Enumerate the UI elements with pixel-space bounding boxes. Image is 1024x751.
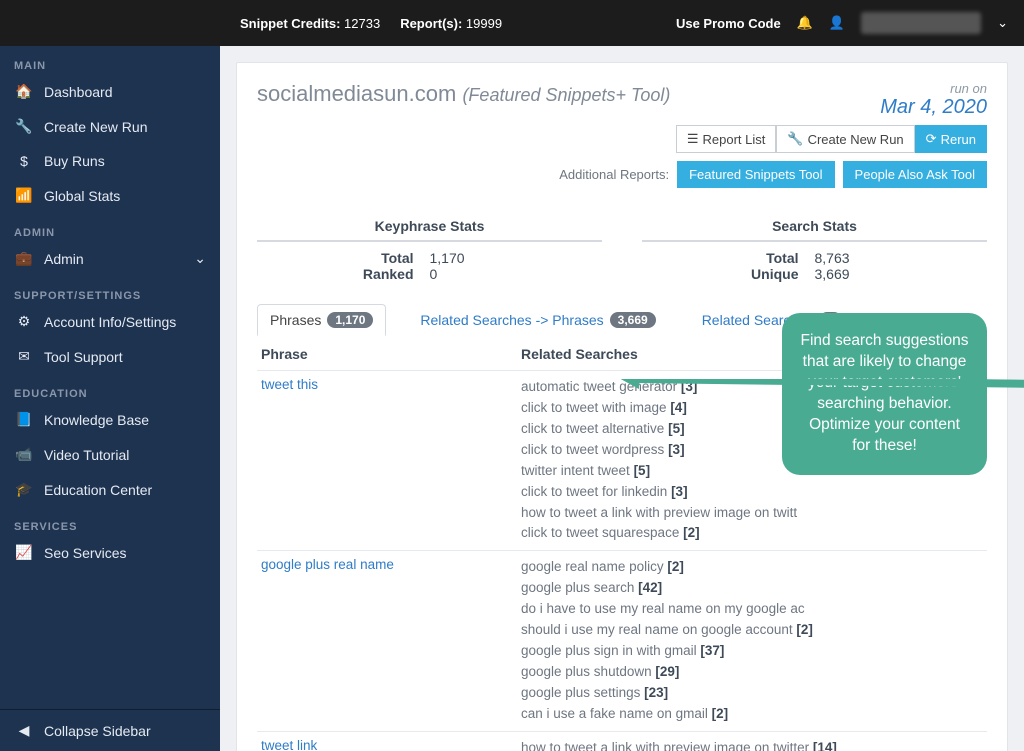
user-name-redacted (861, 12, 981, 34)
phrase-link[interactable]: tweet link (261, 738, 521, 751)
line-icon: 📈 (14, 544, 34, 561)
book-icon: 📘 (14, 411, 34, 428)
nav-section-title: MAIN (0, 46, 220, 74)
snippet-credits: Snippet Credits: 12733 (240, 16, 380, 31)
sidebar-item-global-stats[interactable]: 📶 Global Stats (0, 178, 220, 213)
wrench-icon: 🔧 (787, 131, 803, 147)
sidebar-item-label: Buy Runs (44, 153, 105, 169)
stats-row: Keyphrase Stats Total1,170 Ranked0 Searc… (257, 218, 987, 282)
page-title: socialmediasun.com (Featured Snippets+ T… (257, 81, 670, 107)
search-stats: Search Stats Total8,763 Unique3,669 (642, 218, 987, 282)
report-list-button[interactable]: ☰Report List (676, 125, 777, 153)
sidebar-item-knowledge-base[interactable]: 📘 Knowledge Base (0, 402, 220, 437)
promo-code-link[interactable]: Use Promo Code (676, 16, 781, 31)
home-icon: 🏠 (14, 83, 34, 100)
chevron-down-icon: ⌄ (194, 250, 206, 267)
sidebar-item-create-new-run[interactable]: 🔧 Create New Run (0, 109, 220, 144)
sidebar-item-label: Admin (44, 251, 84, 267)
grad-icon: 🎓 (14, 481, 34, 498)
wrench-icon: 🔧 (14, 118, 34, 135)
sidebar-item-buy-runs[interactable]: $ Buy Runs (0, 144, 220, 178)
related-search-item[interactable]: can i use a fake name on gmail [2] (521, 704, 983, 725)
refresh-icon: ⟳ (926, 131, 937, 147)
sidebar-item-video-tutorial[interactable]: 📹 Video Tutorial (0, 437, 220, 472)
video-icon: 📹 (14, 446, 34, 463)
gear-icon: ⚙ (14, 313, 34, 330)
rerun-button[interactable]: ⟳Rerun (915, 125, 987, 153)
phrase-link[interactable]: tweet this (261, 377, 521, 544)
briefcase-icon: 💼 (14, 250, 34, 267)
sidebar-item-label: Education Center (44, 482, 152, 498)
action-buttons: ☰Report List 🔧Create New Run ⟳Rerun (257, 125, 987, 153)
user-icon[interactable]: 👤 (829, 15, 845, 31)
create-new-run-button[interactable]: 🔧Create New Run (776, 125, 914, 153)
reports-count: Report(s): 19999 (400, 16, 502, 31)
related-search-item[interactable]: google plus search [42] (521, 578, 983, 599)
related-search-item[interactable]: google plus settings [23] (521, 683, 983, 704)
callout-annotation: Find search suggestions that are likely … (782, 313, 987, 475)
keyphrase-stats: Keyphrase Stats Total1,170 Ranked0 (257, 218, 602, 282)
sidebar: INTERNET MARKETING NINJAS MAIN🏠Dashboard… (0, 0, 220, 751)
sidebar-item-label: Global Stats (44, 188, 120, 204)
chevron-down-icon[interactable]: ⌄ (997, 15, 1008, 31)
sidebar-item-label: Seo Services (44, 545, 126, 561)
chart-icon: 📶 (14, 187, 34, 204)
additional-reports: Additional Reports: Featured Snippets To… (257, 161, 987, 188)
related-search-item[interactable]: should i use my real name on google acco… (521, 620, 983, 641)
related-search-item[interactable]: google plus shutdown [29] (521, 662, 983, 683)
related-search-item[interactable]: how to tweet a link with preview image o… (521, 503, 983, 524)
related-search-item[interactable]: click to tweet squarespace [2] (521, 523, 983, 544)
collapse-sidebar[interactable]: ◀ Collapse Sidebar (0, 709, 220, 751)
table-row: tweet linkhow to tweet a link with previ… (257, 732, 987, 751)
related-searches-cell: how to tweet a link with preview image o… (521, 738, 983, 751)
list-icon: ☰ (687, 131, 699, 147)
sidebar-item-admin[interactable]: 💼 Admin ⌄ (0, 241, 220, 276)
sidebar-item-label: Tool Support (44, 349, 123, 365)
sidebar-item-label: Video Tutorial (44, 447, 129, 463)
sidebar-item-label: Account Info/Settings (44, 314, 176, 330)
dollar-icon: $ (14, 153, 34, 169)
collapse-label: Collapse Sidebar (44, 723, 151, 739)
bell-icon[interactable]: 🔔 (797, 15, 813, 31)
main-content: socialmediasun.com (Featured Snippets+ T… (220, 46, 1024, 751)
related-search-item[interactable]: click to tweet for linkedin [3] (521, 482, 983, 503)
related-search-item[interactable]: google plus sign in with gmail [37] (521, 641, 983, 662)
people-also-ask-tool-link[interactable]: People Also Ask Tool (843, 161, 987, 188)
phrase-link[interactable]: google plus real name (261, 557, 521, 724)
nav: MAIN 🏠 Dashboard 🔧 Create New Run $ Buy Runs 📶 G… (0, 46, 220, 570)
related-search-item[interactable]: do i have to use my real name on my goog… (521, 599, 983, 620)
tab-related-searches-phrases[interactable]: Related Searches -> Phrases 3,669 (408, 305, 667, 335)
run-meta: run on Mar 4, 2020 (880, 81, 987, 119)
nav-section-title: SUPPORT/SETTINGS (0, 276, 220, 304)
sidebar-item-account-info-settings[interactable]: ⚙ Account Info/Settings (0, 304, 220, 339)
sidebar-item-tool-support[interactable]: ✉ Tool Support (0, 339, 220, 374)
sidebar-item-dashboard[interactable]: 🏠 Dashboard (0, 74, 220, 109)
tab-phrases[interactable]: Phrases 1,170 (257, 304, 386, 336)
sidebar-item-label: Knowledge Base (44, 412, 149, 428)
sidebar-item-label: Create New Run (44, 119, 148, 135)
related-search-item[interactable]: google real name policy [2] (521, 557, 983, 578)
nav-section-title: EDUCATION (0, 374, 220, 402)
nav-section-title: SERVICES (0, 507, 220, 535)
featured-snippets-tool-link[interactable]: Featured Snippets Tool (677, 161, 834, 188)
table-row: google plus real namegoogle real name po… (257, 551, 987, 731)
related-searches-cell: google real name policy [2]google plus s… (521, 557, 983, 724)
related-search-item[interactable]: how to tweet a link with preview image o… (521, 738, 983, 751)
mail-icon: ✉ (14, 348, 34, 365)
sidebar-item-seo-services[interactable]: 📈 Seo Services (0, 535, 220, 570)
topbar: Snippet Credits: 12733 Report(s): 19999 … (0, 0, 1024, 46)
nav-section-title: ADMIN (0, 213, 220, 241)
sidebar-item-label: Dashboard (44, 84, 113, 100)
report-card: socialmediasun.com (Featured Snippets+ T… (236, 62, 1008, 751)
chevron-left-icon: ◀ (14, 722, 34, 739)
sidebar-item-education-center[interactable]: 🎓 Education Center (0, 472, 220, 507)
